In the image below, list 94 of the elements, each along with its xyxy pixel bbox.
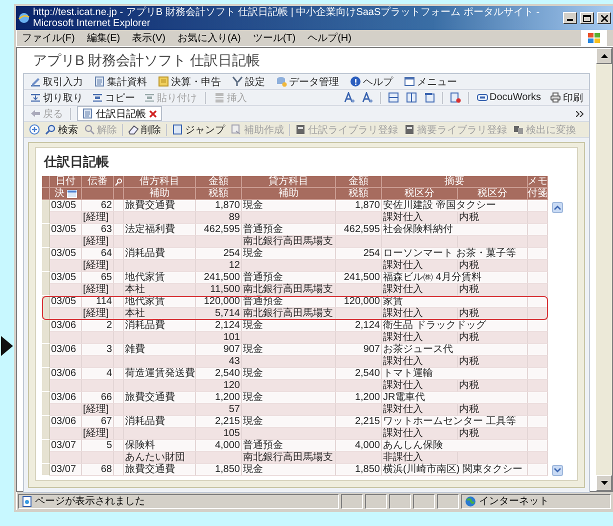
toolbar-button[interactable]: 取引入力 — [29, 74, 84, 88]
table-row[interactable]: 03/06 2 消耗品費 2,124 現金 2,124 衛生品 ドラックドッグ 101 課対仕入 内税 — [42, 320, 548, 344]
table-cell: 105 — [196, 428, 242, 440]
table-cell: 内税 — [458, 260, 528, 272]
table-cell: 課対仕入 — [382, 308, 458, 320]
table-cell: 内税 — [458, 380, 528, 392]
table-cell: 課対仕入 — [382, 260, 458, 272]
table-row[interactable]: 03/06 4 荷造運賃発送費 2,540 現金 2,540 トマト運輸 120 課対仕入 内税 — [42, 368, 548, 392]
table-cell: 101 — [196, 332, 242, 344]
table-cell: 南北銀行高田馬場支 — [242, 308, 336, 320]
table-cell: あんたい財団 — [124, 452, 196, 464]
table-cell: 68 — [82, 464, 114, 476]
table-cell: 課対仕入 — [382, 332, 458, 344]
column-header: 金額 — [336, 176, 382, 188]
table-row[interactable]: 03/07 68 旅費交通費 1,850 現金 1,850 横浜(川崎市南区) 関東タクシー — [42, 464, 548, 476]
table-cell: [経理] — [82, 212, 114, 224]
toolbar-button[interactable]: 決算・申告 — [157, 74, 222, 88]
table-cell: 内税 — [458, 332, 528, 344]
toolbar-button[interactable]: 印刷 — [549, 90, 584, 104]
toolbar-button[interactable]: データ管理 — [275, 74, 340, 88]
table-cell: 本社 — [124, 308, 196, 320]
menu-item[interactable]: 表示(V) — [132, 31, 166, 45]
menu-item[interactable]: ツール(T) — [252, 31, 296, 45]
table-row[interactable]: 03/05 64 消耗品費 254 現金 254 ローソンマート お茶・菓子等 [経理] 12 課対仕入 内税 — [42, 248, 548, 272]
table-cell: 非課仕入 — [382, 452, 458, 464]
toolbar-button[interactable]: 削除 — [127, 122, 162, 136]
table-cell: 43 — [196, 356, 242, 368]
table-cell: 旅費交通費 — [124, 464, 196, 476]
column-header: 借方科目 — [124, 176, 196, 188]
menu-item[interactable]: ヘルプ(H) — [308, 31, 352, 45]
table-cell: 1,850 — [336, 464, 382, 476]
table-cell: 内税 — [458, 404, 528, 416]
column-header: メモ — [528, 176, 548, 188]
table-row[interactable]: 03/06 67 消耗品費 2,215 現金 2,215 ワットホームセンター 工具等 [経理] 105 課対仕入 内税 — [42, 416, 548, 440]
toolbar-button[interactable]: メニュー — [403, 74, 458, 88]
table-cell: [経理] — [82, 260, 114, 272]
table-cell: 89 — [196, 212, 242, 224]
table-cell: [経理] — [82, 236, 114, 248]
toolbar-button[interactable]: 切り取り — [29, 90, 84, 104]
column-header: 伝番 — [82, 176, 114, 188]
table-cell: 内税 — [458, 428, 528, 440]
table-cell: 課対仕入 — [382, 428, 458, 440]
table-cell: 内税 — [458, 308, 528, 320]
table-cell: 内税 — [458, 212, 528, 224]
table-cell: 南北銀行高田馬場支 — [242, 236, 336, 248]
tab[interactable]: 仕訳日記帳 — [77, 106, 162, 121]
toolbar-button[interactable]: コピー — [91, 90, 136, 104]
window-title: http://test.icat.ne.jp - アプリB 財務会計ソフト 仕訳日記帳 | 中小企業向けSaaSプラットフォーム ポータルサイト - Microsoft Internet Explorer — [33, 7, 541, 29]
table-row[interactable]: 03/05 65 地代家賃 241,500 普通預金 241,500 福森ビル㈱ 4月分賃料 [経理] 本社 11,500 南北銀行高田馬場支 課対仕入 内税 — [42, 272, 548, 296]
table-cell: [経理] — [82, 308, 114, 320]
table-row[interactable]: 03/05 63 法定福利費 462,595 普通預金 462,595 社会保険料納付 [経理] 南北銀行高田馬場支 — [42, 224, 548, 248]
table-cell: 課対仕入 — [382, 404, 458, 416]
toolbar-button[interactable]: ヘルプ — [349, 74, 394, 88]
column-header: 決 — [54, 188, 64, 200]
toolbar-button[interactable]: DocuWorks — [476, 92, 542, 103]
panel-heading: 仕訳日記帳 — [42, 153, 110, 171]
table-cell: 内税 — [458, 284, 528, 296]
toolbar-button[interactable]: 集計資料 — [93, 74, 148, 88]
table-cell: 現金 — [242, 464, 336, 476]
table-cell: [経理] — [82, 284, 114, 296]
table-cell: 57 — [196, 404, 242, 416]
table-cell: 課対仕入 — [382, 284, 458, 296]
column-header: 日付 — [50, 176, 82, 188]
table-cell: 5,714 — [196, 308, 242, 320]
menu-item[interactable]: ファイル(F) — [22, 31, 75, 45]
column-header: 貸方科目 — [242, 176, 336, 188]
zone-text: インターネット — [479, 495, 549, 508]
table-cell: 南北銀行高田馬場支 — [242, 452, 336, 464]
table-cell: 内税 — [458, 356, 528, 368]
table-cell: 課対仕入 — [382, 212, 458, 224]
table-cell: 本社 — [124, 284, 196, 296]
table-cell: 南北銀行高田馬場支 — [242, 284, 336, 296]
column-header: 摘要 — [382, 176, 528, 188]
toolbar-button[interactable]: 設定 — [231, 74, 266, 88]
toolbar-button[interactable]: 検索 — [44, 122, 79, 136]
table-cell: 03/07 — [50, 464, 82, 476]
table-cell: 1,850 — [196, 464, 242, 476]
table-cell: 12 — [196, 260, 242, 272]
table-cell: 横浜(川崎市南区) 関東タクシー — [382, 464, 528, 476]
table-cell: [経理] — [82, 428, 114, 440]
menu-item[interactable]: 編集(E) — [86, 31, 120, 45]
table-row[interactable]: 03/06 3 雑費 907 現金 907 お茶ジュース代 43 課対仕入 内税 — [42, 344, 548, 368]
table-cell: 課対仕入 — [382, 356, 458, 368]
app-title: アプリB 財務会計ソフト 仕訳日記帳 — [32, 51, 262, 70]
menu-item[interactable]: お気に入り(A) — [177, 31, 241, 45]
table-row[interactable]: 03/06 66 旅費交通費 1,200 現金 1,200 JR電車代 [経理] 57 課対仕入 内税 — [42, 392, 548, 416]
status-text: ページが表示されました — [35, 494, 145, 508]
toolbar-button[interactable]: ジャンプ — [171, 122, 226, 136]
table-cell: 課対仕入 — [382, 380, 458, 392]
table-row[interactable]: 03/07 5 保険料 4,000 普通預金 4,000 あんしん保険 あんたい財団 南北銀行高田馬場支 非課仕入 — [42, 440, 548, 464]
table-cell: 11,500 — [196, 284, 242, 296]
column-header: 金額 — [196, 176, 242, 188]
table-cell: [経理] — [82, 404, 114, 416]
table-cell: 120 — [196, 380, 242, 392]
